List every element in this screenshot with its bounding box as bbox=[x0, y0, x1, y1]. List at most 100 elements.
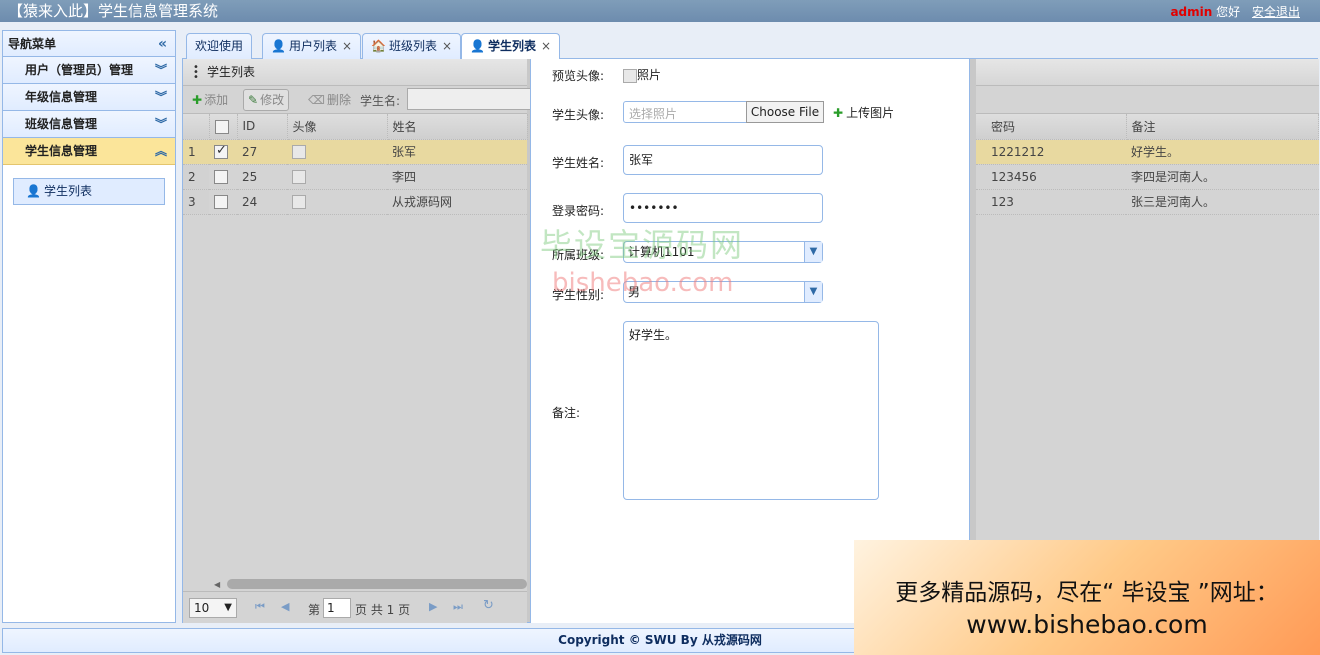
col-id[interactable]: ID bbox=[237, 114, 288, 140]
row-checkbox[interactable] bbox=[214, 143, 228, 159]
select-all-checkbox-cell[interactable] bbox=[209, 114, 238, 140]
choose-file-button[interactable]: Choose File bbox=[746, 101, 824, 123]
table-row[interactable]: 1221212 好学生。 bbox=[976, 139, 1319, 165]
row-checkbox[interactable] bbox=[214, 169, 228, 184]
upload-button[interactable]: ✚ 上传图片 bbox=[833, 104, 894, 121]
app-title: 【猿来入此】学生信息管理系统 bbox=[8, 2, 219, 20]
cell-password: 123 bbox=[976, 189, 1126, 215]
page-number-input[interactable]: 1 bbox=[323, 598, 351, 618]
table-row[interactable]: 123 张三是河南人。 bbox=[976, 189, 1319, 215]
cell-id: 25 bbox=[237, 164, 287, 190]
tab-class-list[interactable]: 🏠 班级列表 × bbox=[362, 33, 462, 59]
search-input[interactable] bbox=[407, 88, 537, 110]
plus-icon: ✚ bbox=[833, 106, 844, 120]
broken-image-icon bbox=[292, 144, 306, 159]
refresh-icon[interactable]: ↻ bbox=[483, 598, 494, 613]
broken-image-icon bbox=[292, 194, 306, 209]
page-size-select[interactable]: 10 ▼ bbox=[189, 598, 237, 618]
row-checkbox[interactable] bbox=[214, 194, 228, 209]
cell-note: 张三是河南人。 bbox=[1126, 189, 1319, 215]
horizontal-scrollbar[interactable] bbox=[227, 579, 527, 589]
trash-icon: ⌫ bbox=[308, 93, 325, 107]
panel-title-text: 学生列表 bbox=[207, 65, 256, 79]
logout-link[interactable]: 安全退出 bbox=[1252, 5, 1300, 19]
chevron-down-icon: ︾ bbox=[154, 63, 167, 77]
cell-note: 李四是河南人。 bbox=[1126, 164, 1319, 190]
page-prefix: 第 bbox=[308, 603, 321, 617]
scroll-left-icon[interactable]: ◀ bbox=[214, 580, 220, 589]
tab-user-list[interactable]: 👤 用户列表 × bbox=[262, 33, 362, 59]
toolbar: ✚ 添加 ✎ 修改 ⌫ 删除 学生名: bbox=[183, 86, 537, 114]
name-label: 学生姓名: bbox=[552, 156, 605, 170]
sidebar-item-label: 用户（管理员）管理 bbox=[25, 63, 134, 77]
user-icon: 👤 bbox=[26, 184, 41, 198]
sidebar-item-class[interactable]: 班级信息管理 ︾ bbox=[3, 111, 175, 138]
table-row[interactable]: 1 27 张军 bbox=[183, 139, 527, 165]
cell-avatar bbox=[287, 189, 387, 215]
page-size-value: 10 bbox=[194, 601, 210, 615]
sidebar-item-grade[interactable]: 年级信息管理 ︾ bbox=[3, 84, 175, 111]
close-icon[interactable]: × bbox=[342, 39, 352, 53]
col-name[interactable]: 姓名 bbox=[387, 114, 528, 140]
row-checkbox-cell[interactable] bbox=[209, 189, 237, 215]
cell-name: 张军 bbox=[387, 139, 527, 165]
grid-table-right: 密码 备注 1221212 好学生。 123456 李四是河南人。 123 张三… bbox=[976, 114, 1319, 215]
panel-title: • • • 学生列表 bbox=[183, 59, 527, 86]
sidebar-item-label: 年级信息管理 bbox=[25, 90, 98, 104]
edit-label: 修改 bbox=[260, 93, 285, 107]
last-page-icon[interactable]: ⏭ bbox=[453, 600, 463, 614]
broken-image-icon bbox=[292, 169, 306, 184]
first-page-icon[interactable]: ⏮ bbox=[255, 600, 265, 614]
sidebar-subitem-student-list[interactable]: 👤 学生列表 bbox=[13, 178, 165, 205]
table-row[interactable]: 123456 李四是河南人。 bbox=[976, 164, 1319, 190]
sidebar-header[interactable]: 导航菜单 « bbox=[3, 31, 175, 57]
collapse-icon[interactable]: « bbox=[158, 31, 167, 57]
table-row[interactable]: 2 25 李四 bbox=[183, 164, 527, 190]
student-grid: ••• 学生列表 ✚添加 ✎修改 ⌫删除 学生名: ID 头像 姓名 bbox=[183, 59, 537, 623]
chevron-down-icon: ︾ bbox=[154, 90, 167, 104]
close-icon[interactable]: × bbox=[442, 39, 452, 53]
sidebar-item-student[interactable]: 学生信息管理 ︽ bbox=[3, 138, 175, 165]
select-all-checkbox[interactable] bbox=[214, 119, 229, 134]
cell-id: 27 bbox=[237, 139, 287, 165]
ad-banner[interactable]: 更多精品源码，尽在“ 毕设宝 ”网址： www.bishebao.com bbox=[854, 540, 1320, 655]
edit-student-dialog: 预览头像: 照片 学生头像: 选择照片 Choose File ✚ 上传图片 学生… bbox=[530, 59, 970, 623]
pager: 10 ▼ ⏮ ◀ 第 1 页 共 1 页 ▶ ⏭ ↻ bbox=[183, 591, 527, 623]
file-placeholder: 选择照片 bbox=[629, 107, 678, 121]
note-textarea[interactable]: 好学生。 bbox=[623, 321, 879, 500]
col-password[interactable]: 密码 bbox=[976, 114, 1127, 140]
password-input[interactable]: ••••••• bbox=[623, 193, 823, 223]
tab-welcome[interactable]: 欢迎使用 bbox=[186, 33, 253, 59]
row-checkbox-cell[interactable] bbox=[209, 164, 237, 190]
grid-header: ID 头像 姓名 bbox=[183, 114, 528, 140]
username: admin bbox=[1170, 5, 1213, 19]
chevron-down-icon[interactable]: ▼ bbox=[804, 282, 822, 302]
pencil-icon: ✎ bbox=[248, 93, 259, 107]
add-button[interactable]: ✚ 添加 bbox=[187, 89, 233, 111]
close-icon[interactable]: × bbox=[541, 39, 551, 53]
prev-page-icon[interactable]: ◀ bbox=[281, 600, 289, 613]
chevron-down-icon[interactable]: ▼ bbox=[804, 242, 822, 262]
preview-alt: 照片 bbox=[637, 68, 662, 82]
name-input[interactable]: 张军 bbox=[623, 145, 823, 175]
table-row[interactable]: 3 24 从戎源码网 bbox=[183, 189, 527, 215]
col-note[interactable]: 备注 bbox=[1126, 114, 1319, 140]
tab-bar: 欢迎使用 👤 用户列表 × 🏠 班级列表 × 👤 学生列表 × bbox=[182, 30, 1318, 60]
tab-student-list[interactable]: 👤 学生列表 × bbox=[461, 33, 561, 60]
grip-icon: • • • bbox=[193, 62, 199, 83]
ad-line-1: 更多精品源码，尽在“ 毕设宝 ”网址： bbox=[895, 580, 1279, 606]
edit-button[interactable]: ✎ 修改 bbox=[243, 89, 290, 111]
cell-avatar bbox=[287, 139, 387, 165]
col-avatar[interactable]: 头像 bbox=[287, 114, 388, 140]
cell-avatar bbox=[287, 164, 387, 190]
delete-button[interactable]: ⌫ 删除 bbox=[303, 89, 356, 111]
sidebar-title: 导航菜单 bbox=[8, 37, 57, 51]
add-label: 添加 bbox=[204, 93, 229, 107]
cell-note: 好学生。 bbox=[1126, 139, 1319, 165]
sidebar-item-user-admin[interactable]: 用户（管理员）管理 ︾ bbox=[3, 57, 175, 84]
panel-title-right bbox=[976, 59, 1319, 86]
avatar-file-input[interactable]: 选择照片 Choose File bbox=[623, 101, 824, 123]
row-checkbox-cell[interactable] bbox=[209, 139, 237, 165]
avatar-label: 学生头像: bbox=[552, 108, 605, 122]
next-page-icon[interactable]: ▶ bbox=[429, 600, 437, 613]
